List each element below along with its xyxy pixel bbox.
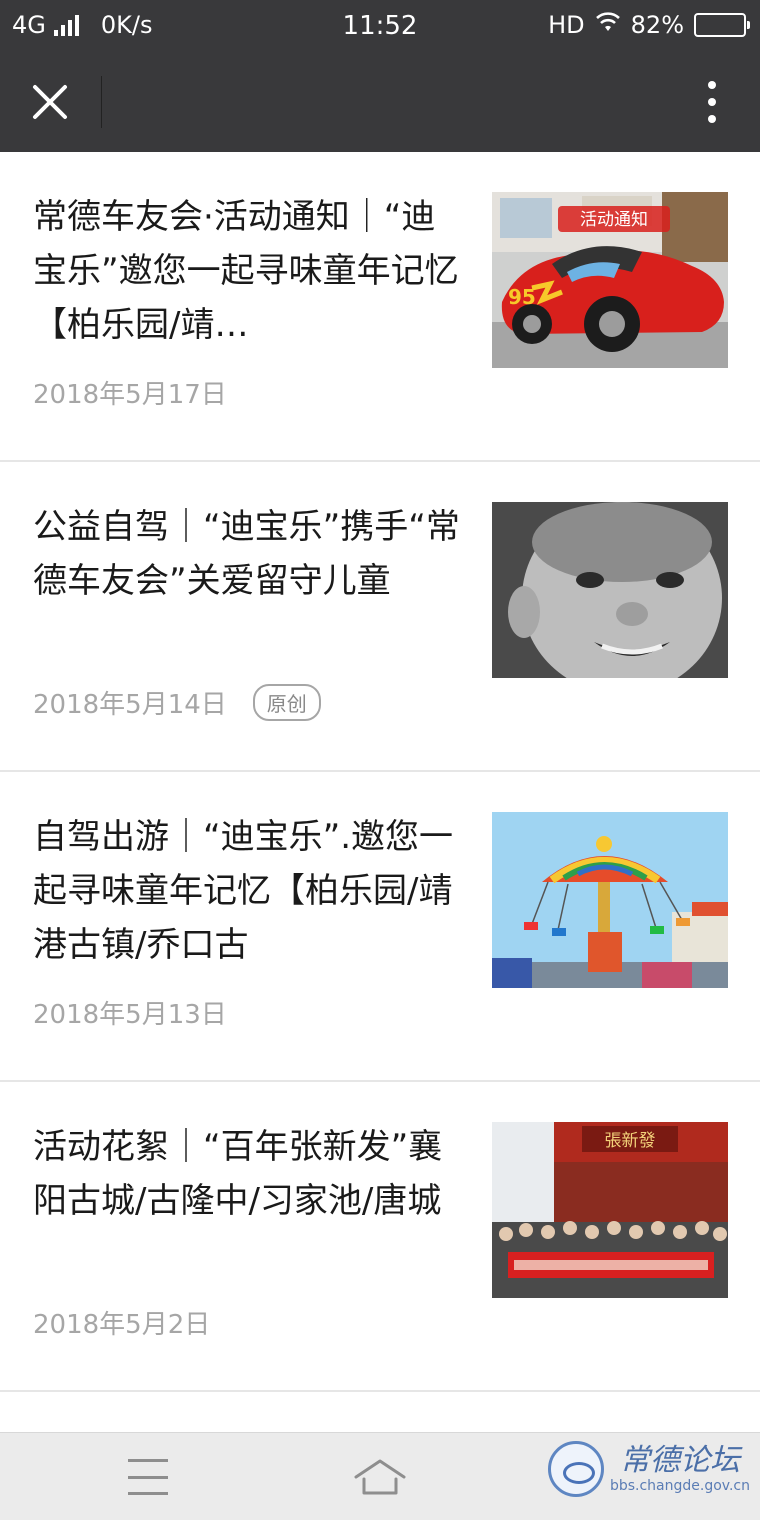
status-bar: 4G 0K/s 11:52 HD 82% — [0, 0, 760, 52]
status-right: HD 82% — [548, 11, 750, 39]
title-bar — [0, 52, 760, 152]
article-title: 公益自驾｜“迪宝乐”携手“常德车友会”关爱留守儿童 — [33, 507, 460, 601]
carousel-swing-ride-photo — [492, 812, 728, 988]
hd-indicator: HD — [548, 11, 585, 39]
more-options-button[interactable] — [692, 72, 732, 132]
original-badge: 原创 — [252, 684, 321, 721]
group-photo-banner: 張新發 — [492, 1122, 728, 1298]
article-date: 2018年5月17日 — [33, 380, 227, 410]
article-list: 常德车友会·活动通知｜“迪宝乐”邀您一起寻味童年记忆【柏乐园/靖… 2018年5… — [0, 152, 760, 1392]
close-icon — [33, 85, 67, 119]
close-button[interactable] — [20, 72, 80, 132]
wifi-icon — [595, 11, 621, 39]
thumb-caption: 活动通知 — [580, 210, 648, 230]
red-race-car-image: 95 活动通知 — [492, 192, 728, 368]
article-title: 活动花絮｜“百年张新发”襄阳古城/古隆中/习家池/唐城 — [33, 1127, 443, 1221]
article-date: 2018年5月13日 — [33, 1000, 227, 1030]
bottom-toolbar: 常德论坛 bbs.changde.gov.cn — [0, 1432, 760, 1520]
article-date: 2018年5月2日 — [33, 1310, 211, 1340]
thumb-caption: 張新發 — [605, 1131, 656, 1151]
menu-icon — [128, 1459, 168, 1462]
more-vertical-icon — [708, 81, 716, 89]
watermark-title: 常德论坛 — [619, 1443, 740, 1478]
article-thumbnail: 張新發 — [492, 1122, 728, 1298]
battery-percent: 82% — [630, 11, 684, 39]
article-item[interactable]: 常德车友会·活动通知｜“迪宝乐”邀您一起寻味童年记忆【柏乐园/靖… 2018年5… — [0, 152, 760, 462]
article-item[interactable]: 活动花絮｜“百年张新发”襄阳古城/古隆中/习家池/唐城 2018年5月2日 張新… — [0, 1082, 760, 1392]
battery-icon — [694, 13, 750, 37]
forum-watermark: 常德论坛 bbs.changde.gov.cn — [547, 1441, 750, 1497]
svg-text:95: 95 — [508, 285, 536, 309]
article-meta: 2018年5月13日 — [33, 994, 227, 1031]
article-item[interactable]: 公益自驾｜“迪宝乐”携手“常德车友会”关爱留守儿童 2018年5月14日 原创 — [0, 462, 760, 772]
home-icon — [354, 1459, 406, 1495]
article-meta: 2018年5月14日 原创 — [33, 684, 321, 721]
smiling-child-photo — [492, 502, 728, 678]
article-thumbnail — [492, 502, 728, 678]
home-button[interactable] — [352, 1455, 408, 1503]
article-meta: 2018年5月2日 — [33, 1304, 210, 1341]
article-item[interactable]: 自驾出游｜“迪宝乐”.邀您一起寻味童年记忆【柏乐园/靖港古镇/乔口古 2018年… — [0, 772, 760, 1082]
article-title: 常德车友会·活动通知｜“迪宝乐”邀您一起寻味童年记忆【柏乐园/靖… — [33, 197, 459, 345]
watermark-url: bbs.changde.gov.cn — [609, 1478, 750, 1494]
article-date: 2018年5月14日 — [33, 690, 227, 720]
article-meta: 2018年5月17日 — [33, 374, 227, 411]
toolbar-divider — [101, 76, 102, 128]
menu-button[interactable] — [128, 1459, 168, 1495]
article-thumbnail — [492, 812, 728, 988]
article-thumbnail: 95 活动通知 — [492, 192, 728, 368]
article-title: 自驾出游｜“迪宝乐”.邀您一起寻味童年记忆【柏乐园/靖港古镇/乔口古 — [33, 817, 454, 965]
forum-logo-icon — [547, 1441, 604, 1497]
